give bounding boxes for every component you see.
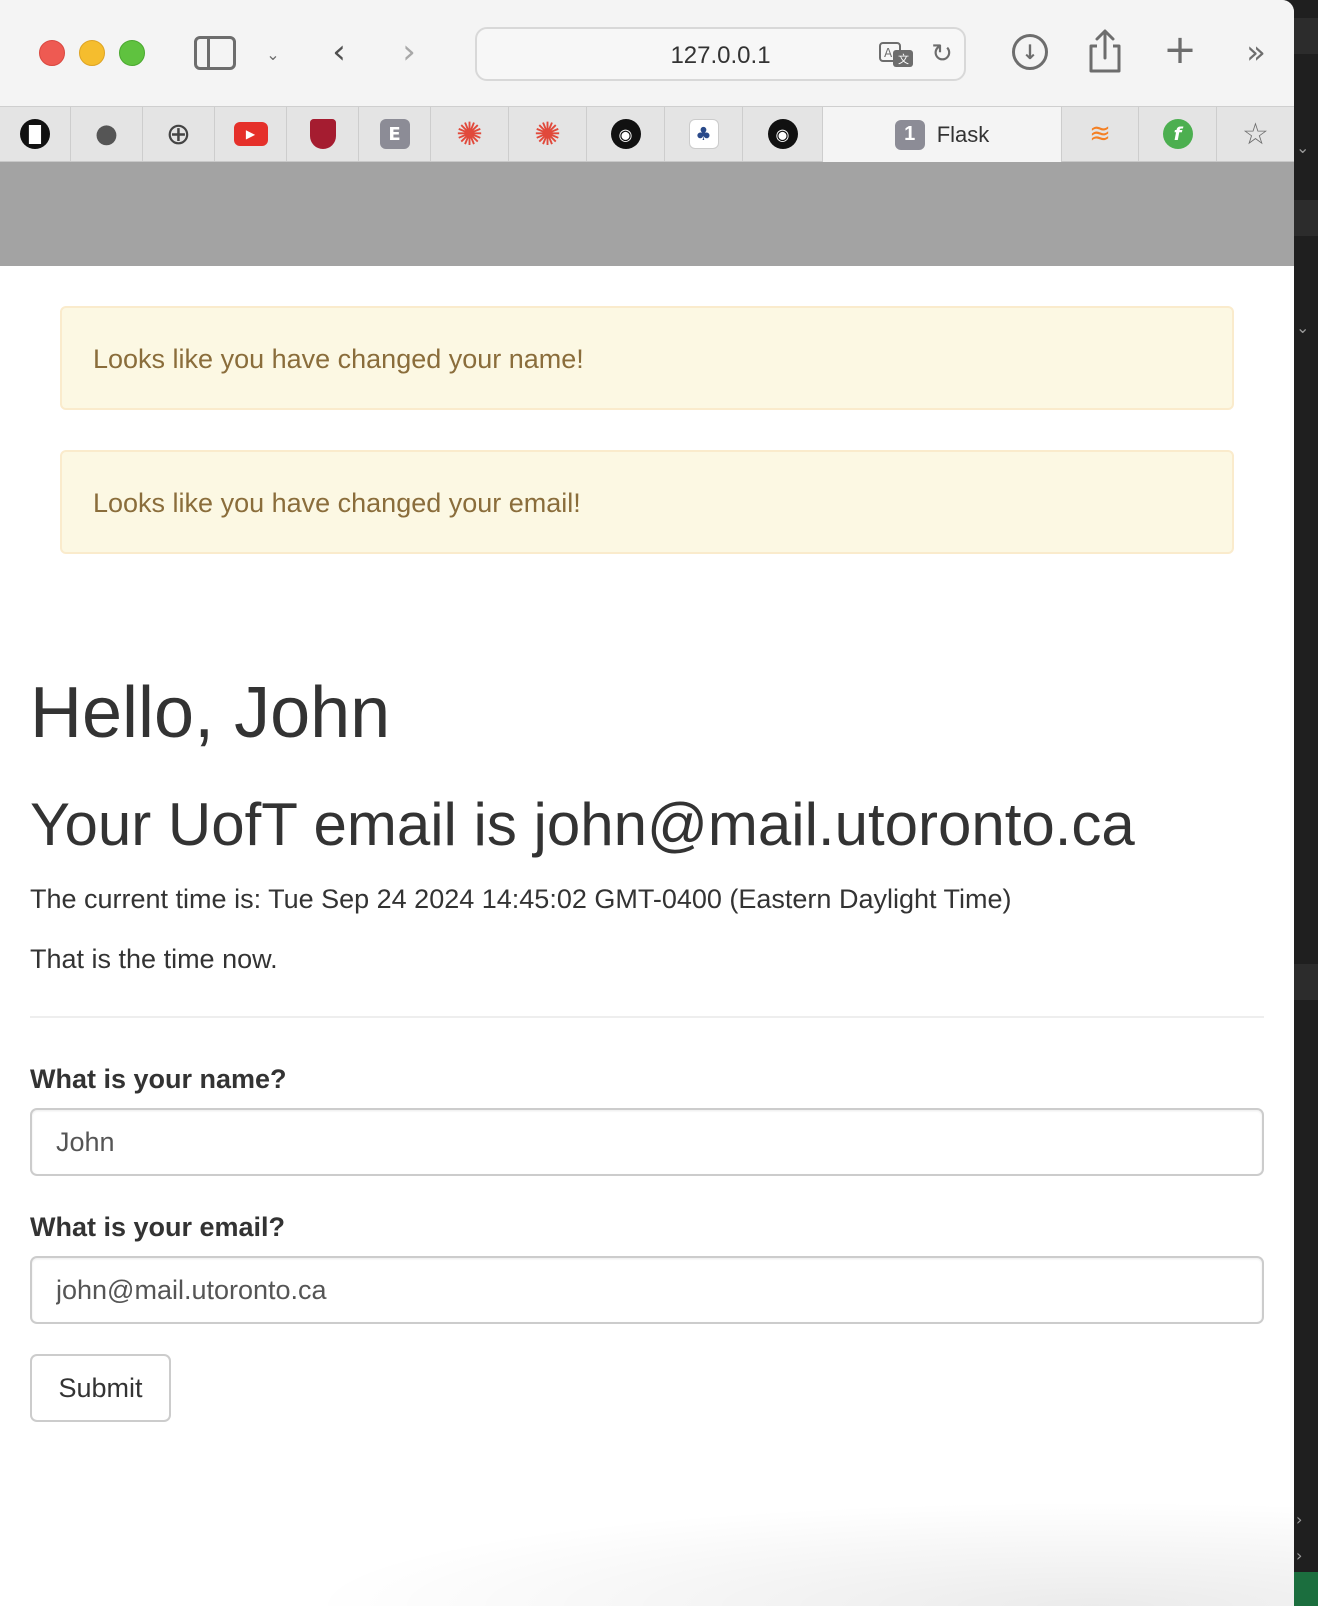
- tree-logo-icon: ♣: [688, 119, 719, 149]
- reload-icon[interactable]: ↻: [927, 39, 957, 69]
- favorite-tab[interactable]: ≋: [1061, 107, 1139, 161]
- flash-alert: Looks like you have changed your email!: [60, 450, 1234, 554]
- medium-icon: ▐▌: [20, 119, 50, 149]
- chevron-down-icon: ⌄: [1296, 138, 1310, 157]
- background-window-strip: ⌄ ⌄ › ›: [1290, 0, 1318, 1606]
- stackoverflow-icon: ≋: [1089, 119, 1111, 149]
- name-label: What is your name?: [30, 1064, 287, 1094]
- alert-message: Looks like you have changed your name!: [93, 344, 584, 374]
- minimize-window-button[interactable]: [79, 40, 105, 66]
- submit-button[interactable]: Submit: [30, 1354, 171, 1422]
- translate-icon[interactable]: A 文: [879, 41, 915, 69]
- address-bar[interactable]: 127.0.0.1 A 文 ↻: [475, 27, 966, 81]
- green-f-icon: f: [1162, 119, 1193, 149]
- favorite-tab[interactable]: [287, 107, 359, 161]
- favorite-tab[interactable]: ♣: [665, 107, 743, 161]
- harvard-shield-icon: [309, 119, 336, 149]
- favorite-tab[interactable]: ▐▌: [0, 107, 71, 161]
- globe-icon: ⊕: [165, 116, 192, 152]
- time-note-text: That is the time now.: [30, 944, 278, 974]
- close-window-button[interactable]: [39, 40, 65, 66]
- name-input[interactable]: [30, 1108, 1264, 1176]
- flash-alert: Looks like you have changed your name!: [60, 306, 1234, 410]
- star-icon: ☆: [1242, 116, 1269, 152]
- site-navbar: [0, 162, 1294, 266]
- chevron-down-icon[interactable]: ⌄: [262, 40, 284, 68]
- favorite-tab[interactable]: f: [1139, 107, 1217, 161]
- download-icon[interactable]: ↓: [1012, 34, 1048, 70]
- background-panel: [1290, 964, 1318, 1000]
- favorite-tab[interactable]: ◉: [587, 107, 665, 161]
- youtube-icon: ▶: [233, 122, 268, 146]
- alert-message: Looks like you have changed your email!: [93, 488, 581, 518]
- greeting-heading: Hello, John: [30, 673, 391, 753]
- github-icon: ◉: [767, 119, 798, 149]
- tab-flask[interactable]: 1 Flask: [823, 107, 1061, 162]
- svg-text:A: A: [884, 46, 893, 60]
- favorite-tab[interactable]: ✺: [431, 107, 509, 161]
- favorite-tab[interactable]: ▶: [215, 107, 287, 161]
- zoom-window-button[interactable]: [119, 40, 145, 66]
- favorite-tab[interactable]: ◉: [743, 107, 823, 161]
- favorite-tab[interactable]: ☆: [1217, 107, 1294, 161]
- browser-window: ⌄ ‹ › 127.0.0.1 A 文 ↻ ↓ + » ▐▌ ● ⊕ ▶ E ✺…: [0, 0, 1294, 1606]
- forward-button[interactable]: ›: [394, 30, 424, 74]
- window-shadow: [300, 1500, 1294, 1606]
- background-panel: [1290, 18, 1318, 54]
- tab-label: Flask: [936, 121, 990, 147]
- email-input[interactable]: [30, 1256, 1264, 1324]
- background-panel: [1290, 200, 1318, 236]
- apple-icon: ●: [95, 119, 118, 149]
- tab-badge: 1: [894, 119, 925, 150]
- divider: [30, 1016, 1264, 1018]
- browser-toolbar: ⌄ ‹ › 127.0.0.1 A 文 ↻ ↓ + »: [0, 0, 1294, 106]
- tab-bar: ▐▌ ● ⊕ ▶ E ✺ ✺ ◉ ♣ ◉ 1 Flask ≋ f ☆: [0, 106, 1294, 162]
- favorite-tab[interactable]: E: [359, 107, 431, 161]
- e-badge-icon: E: [379, 119, 410, 149]
- tab-overflow-icon[interactable]: »: [1236, 32, 1276, 72]
- favorite-tab[interactable]: ●: [71, 107, 143, 161]
- sidebar-toggle-icon[interactable]: [194, 36, 236, 70]
- email-heading: Your UofT email is john@mail.utoronto.ca: [30, 791, 1135, 858]
- chevron-down-icon: ⌄: [1296, 318, 1310, 337]
- chevron-right-icon: ›: [1296, 1510, 1303, 1529]
- favorite-tab[interactable]: ⊕: [143, 107, 215, 161]
- canvas-icon: ✺: [456, 115, 483, 153]
- background-status: [1290, 1572, 1318, 1606]
- svg-text:文: 文: [898, 52, 909, 66]
- back-button[interactable]: ‹: [324, 30, 354, 74]
- email-label: What is your email?: [30, 1212, 286, 1242]
- favorite-tab[interactable]: ✺: [509, 107, 587, 161]
- new-tab-icon[interactable]: +: [1160, 27, 1200, 73]
- share-icon[interactable]: [1085, 28, 1125, 74]
- current-time-text: The current time is: Tue Sep 24 2024 14:…: [30, 884, 1012, 914]
- github-icon: ◉: [610, 119, 641, 149]
- canvas-icon: ✺: [534, 115, 561, 153]
- chevron-right-icon: ›: [1296, 1546, 1303, 1565]
